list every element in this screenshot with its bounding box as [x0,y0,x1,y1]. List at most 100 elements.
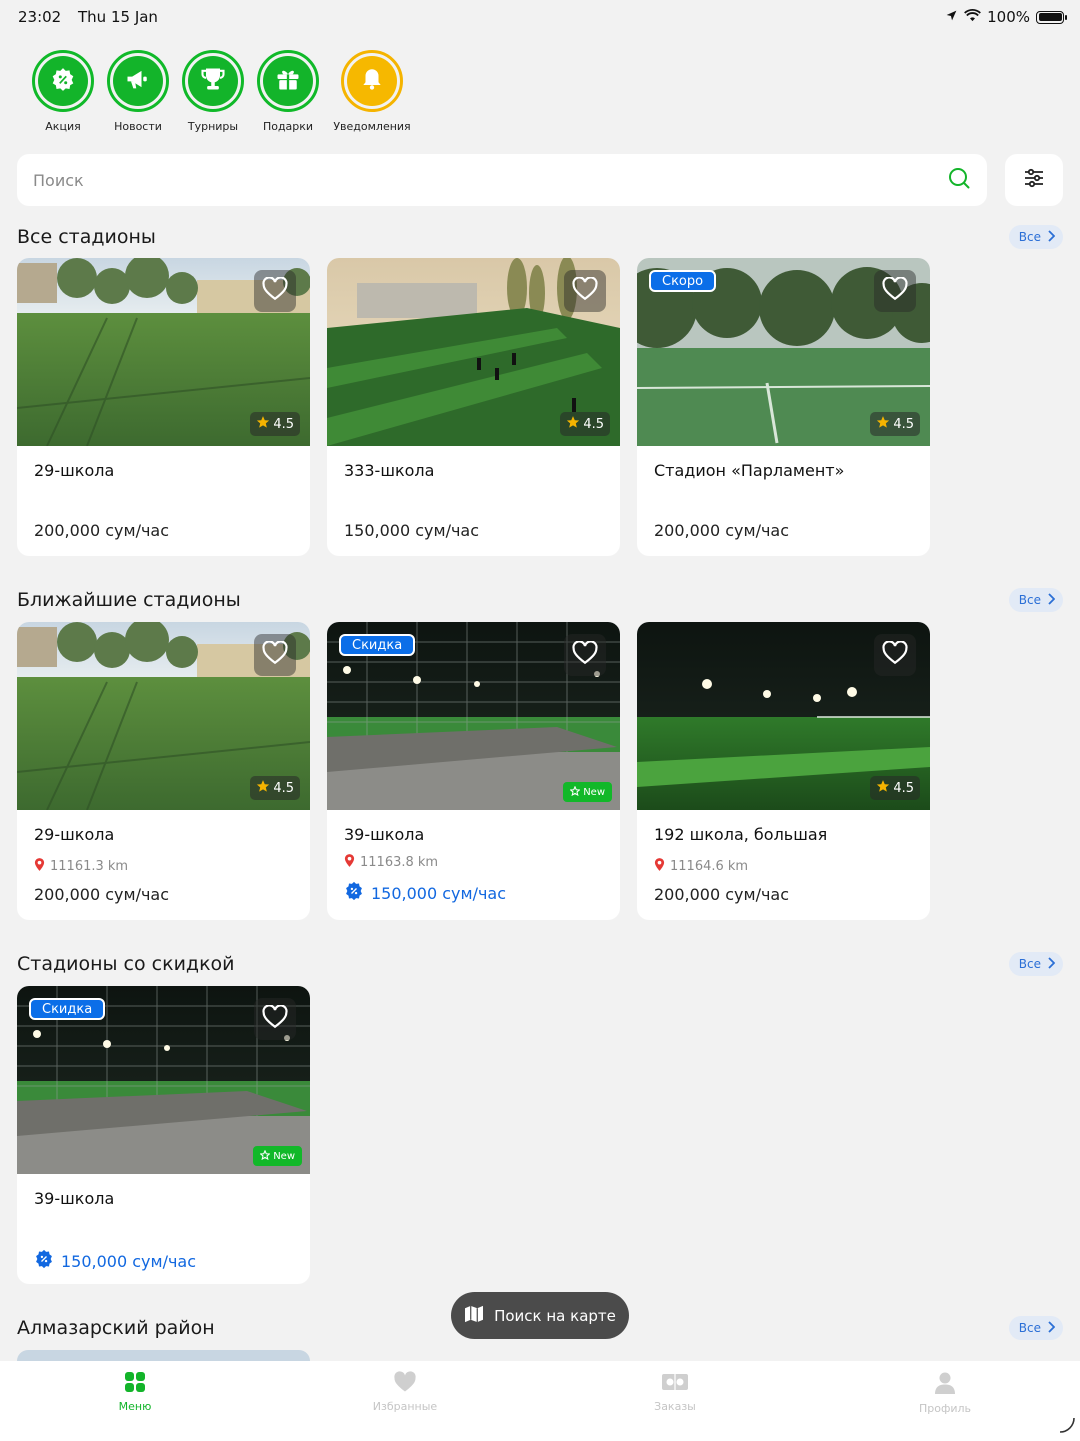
stadium-card[interactable]: 4.5 333-школа 150,000 сум/час [327,258,620,556]
stadium-photo: 4.5 [17,258,310,446]
stadium-card-partial[interactable] [17,1350,310,1361]
rating-badge: 4.5 [250,776,300,800]
rating-value: 4.5 [273,416,294,432]
section-title-discount: Стадионы со скидкой [17,953,235,975]
category-label: Уведомления [333,120,411,133]
new-badge: New [253,1146,302,1166]
favorite-button[interactable] [254,634,296,676]
stadium-card[interactable]: Скидка New 39-школа 11163.8 km 150,000 с… [327,622,620,920]
trophy-icon [199,65,227,97]
loading-indicator [1058,1416,1076,1438]
search-icon[interactable] [947,166,971,194]
favorite-button[interactable] [564,270,606,312]
stadium-card[interactable]: 4.5 192 школа, большая 11164.6 km 200,00… [637,622,930,920]
tab-orders[interactable]: Заказы [540,1361,810,1441]
grid-icon [124,1371,146,1397]
filter-button[interactable] [1005,154,1063,206]
tab-favorites[interactable]: Избранные [270,1361,540,1441]
tab-label: Профиль [918,1402,972,1415]
rating-value: 4.5 [893,780,914,796]
distance-value: 11161.3 km [50,859,129,874]
discount-icon [34,1249,54,1273]
chevron-right-icon [1047,956,1056,972]
heart-outline-icon [262,640,288,669]
star-icon [566,415,580,433]
heart-outline-icon [262,276,288,305]
star-icon [876,415,890,433]
stadium-distance: 11164.6 km [654,858,748,875]
see-all-label: Все [1018,593,1041,607]
stadium-card[interactable]: 4.5 29-школа 11161.3 km 200,000 сум/час [17,622,310,920]
see-all-button[interactable]: Все [1008,225,1063,249]
rating-badge: 4.5 [560,412,610,436]
discount-icon [344,881,364,905]
favorite-button[interactable] [874,270,916,312]
see-all-label: Все [1018,957,1041,971]
favorite-button[interactable] [874,634,916,676]
category-promo[interactable]: Акция [32,50,94,133]
stadium-name: 29-школа [34,461,115,480]
stadium-photo: Скидка New [327,622,620,810]
rating-badge: 4.5 [870,412,920,436]
stadium-name: 29-школа [34,825,115,844]
status-time: 23:02 [18,8,62,26]
battery-icon [1036,10,1067,24]
tab-menu[interactable]: Меню [0,1361,270,1441]
stadium-card[interactable]: Скоро 4.5 Стадион «Парламент» 200,000 су… [637,258,930,556]
category-tournaments[interactable]: Турниры [182,50,244,133]
category-notifications[interactable]: Уведомления [332,50,412,133]
tab-profile[interactable]: Профиль [810,1361,1080,1441]
status-badge: Скоро [649,270,717,292]
chevron-right-icon [1047,1320,1056,1336]
search-input[interactable] [33,170,947,190]
stadium-name: 333-школа [344,461,435,480]
user-icon [934,1371,956,1399]
stadium-photo: 4.5 [327,258,620,446]
see-all-button[interactable]: Все [1008,588,1063,612]
stadium-card[interactable]: Скидка New 39-школа 150,000 сум/час [17,986,310,1284]
tab-label: Заказы [654,1400,696,1413]
discount-badge: Скидка [29,998,106,1020]
distance-value: 11164.6 km [670,859,749,874]
stadium-price: 150,000 сум/час [34,1249,196,1273]
map-search-button[interactable]: Поиск на карте [451,1292,629,1339]
map-search-label: Поиск на карте [494,1306,616,1325]
location-pin-icon [34,858,45,875]
see-all-label: Все [1018,230,1041,244]
new-label: New [583,786,605,798]
section-title-nearby: Ближайшие стадионы [17,589,241,611]
see-all-button[interactable]: Все [1008,1316,1063,1340]
category-gifts[interactable]: Подарки [257,50,319,133]
category-label: Новости [114,120,162,133]
gift-icon [274,65,302,97]
rating-value: 4.5 [583,416,604,432]
stadium-distance: 11163.8 km [344,854,438,871]
distance-value: 11163.8 km [360,855,439,870]
stadium-price: 200,000 сум/час [34,521,170,540]
heart-outline-icon [572,276,598,305]
battery-percent: 100% [987,8,1030,26]
favorite-button[interactable] [254,998,296,1040]
rating-value: 4.5 [893,416,914,432]
see-all-button[interactable]: Все [1008,952,1063,976]
rating-badge: 4.5 [250,412,300,436]
heart-icon [393,1371,417,1397]
heart-outline-icon [882,276,908,305]
favorite-button[interactable] [564,634,606,676]
stadium-card[interactable]: 4.5 29-школа 200,000 сум/час [17,258,310,556]
section-title-district: Алмазарский район [17,1317,215,1339]
tab-label: Меню [118,1400,152,1413]
bell-icon [359,66,385,96]
discount-badge: Скидка [339,634,416,656]
stadium-name: Стадион «Парламент» [654,461,845,480]
map-icon [464,1305,484,1327]
section-title-all: Все стадионы [17,226,156,248]
stadium-price: 150,000 сум/час [344,521,480,540]
stadium-price: 200,000 сум/час [654,885,790,904]
heart-outline-icon [572,640,598,669]
favorite-button[interactable] [254,270,296,312]
ticket-icon [661,1371,689,1397]
tab-label: Избранные [372,1400,438,1413]
wifi-icon [964,8,982,26]
category-news[interactable]: Новости [107,50,169,133]
